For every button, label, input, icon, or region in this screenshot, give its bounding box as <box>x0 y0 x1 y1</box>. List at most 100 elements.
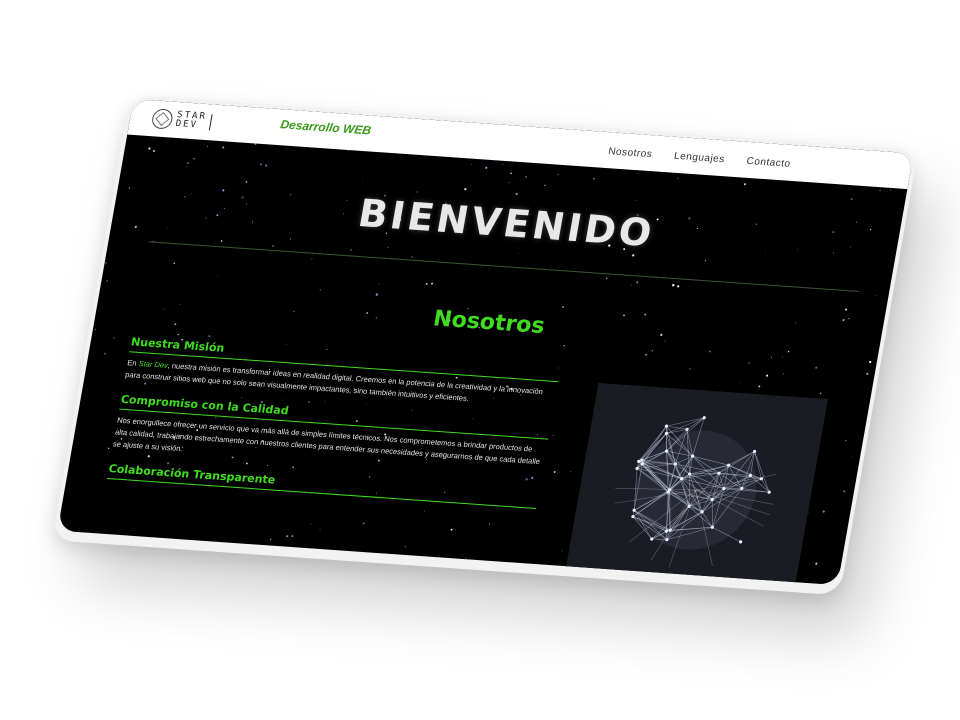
star-dot <box>510 172 512 175</box>
star-dot <box>193 158 195 160</box>
star-dot <box>177 333 179 336</box>
star-dot <box>738 382 740 384</box>
star-dot <box>186 161 190 165</box>
star-dot <box>474 346 475 348</box>
hero-section: BIENVENIDO Nosotros Nuestra Misión En St… <box>57 135 907 586</box>
star-dot <box>404 546 406 548</box>
star-dot <box>781 356 783 358</box>
star-dot <box>104 352 107 355</box>
star-dot <box>186 166 188 168</box>
star-dot <box>689 368 691 370</box>
star-dot <box>464 187 467 191</box>
star-dev-logo-icon <box>150 108 175 130</box>
star-dot <box>557 174 559 176</box>
star-dot <box>635 200 637 201</box>
star-dot <box>636 281 639 284</box>
star-dot <box>254 143 257 145</box>
star-dot <box>106 280 108 282</box>
star-dot <box>525 176 527 178</box>
nav-link-lenguajes[interactable]: Lenguajes <box>673 151 725 165</box>
star-dot <box>843 490 846 493</box>
star-dot <box>453 563 455 564</box>
star-dot <box>850 197 853 201</box>
star-dot <box>107 447 110 450</box>
star-dot <box>651 350 653 352</box>
logo[interactable]: STAR DEV <box>150 106 213 134</box>
star-dot <box>291 535 294 537</box>
star-dot <box>259 163 263 166</box>
network-sphere-graphic <box>614 416 777 568</box>
star-dot <box>570 471 572 472</box>
star-dot <box>319 529 321 531</box>
star-dot <box>644 313 647 316</box>
star-dot <box>105 262 107 264</box>
star-dot <box>208 335 211 338</box>
nav-link-nosotros[interactable]: Nosotros <box>607 146 653 160</box>
nav-link-contacto[interactable]: Contacto <box>746 156 792 170</box>
star-dot <box>562 305 564 308</box>
star-dot <box>677 285 680 288</box>
star-dot <box>553 471 556 473</box>
star-dot <box>636 173 638 174</box>
star-dot <box>748 362 750 364</box>
star-dot <box>378 283 380 285</box>
star-dot <box>220 240 223 242</box>
website-screen: STAR DEV Desarrollo WEB Nosotros Lenguaj… <box>57 98 914 586</box>
star-dot <box>207 146 209 148</box>
star-dot <box>765 293 767 295</box>
star-dot <box>310 523 312 525</box>
star-dot <box>488 524 491 526</box>
star-dot <box>677 178 679 180</box>
star-dot <box>515 192 518 196</box>
star-dot <box>218 275 219 277</box>
star-dot <box>416 191 419 193</box>
star-dot <box>766 374 769 377</box>
star-dot <box>815 366 818 369</box>
star-dot <box>704 260 707 262</box>
star-dot <box>544 184 546 187</box>
star-dot <box>170 536 172 538</box>
star-dot <box>855 221 858 223</box>
star-dot <box>269 538 272 541</box>
star-dot <box>670 579 671 581</box>
star-dot <box>174 323 177 326</box>
star-dot <box>387 246 389 248</box>
star-dot <box>879 189 881 192</box>
stage: STAR DEV Desarrollo WEB Nosotros Lenguaj… <box>0 0 960 720</box>
star-dot <box>347 149 350 151</box>
star-dot <box>517 253 519 255</box>
star-dot <box>272 245 274 247</box>
star-dot <box>630 284 632 286</box>
star-dot <box>289 238 292 240</box>
star-dot <box>623 314 625 317</box>
network-edge <box>666 425 688 430</box>
star-dot <box>264 164 268 167</box>
star-dot <box>904 194 906 196</box>
star-dot <box>375 293 379 296</box>
star-dot <box>819 392 822 395</box>
star-dot <box>152 149 156 153</box>
star-dot <box>632 254 635 257</box>
star-dot <box>866 372 869 375</box>
star-dot <box>285 343 287 345</box>
star-dot <box>593 177 595 180</box>
star-dot <box>362 177 364 179</box>
star-dot <box>563 345 565 347</box>
star-dot <box>148 147 151 150</box>
star-dot <box>222 146 225 149</box>
star-dot <box>311 258 313 260</box>
star-dot <box>848 317 850 320</box>
star-dot <box>94 328 96 331</box>
star-dot <box>844 308 848 311</box>
star-dot <box>362 522 365 525</box>
star-dot <box>890 189 892 191</box>
nav-links: Nosotros Lenguajes Contacto <box>607 146 791 170</box>
device-frame: STAR DEV Desarrollo WEB Nosotros Lenguaj… <box>51 94 919 596</box>
brand-title: Desarrollo WEB <box>279 117 373 138</box>
star-dot <box>485 166 488 169</box>
star-dot <box>852 455 854 457</box>
star-dot <box>842 319 845 321</box>
star-dot <box>465 557 467 559</box>
logo-divider <box>208 114 213 131</box>
star-dot <box>758 385 761 388</box>
